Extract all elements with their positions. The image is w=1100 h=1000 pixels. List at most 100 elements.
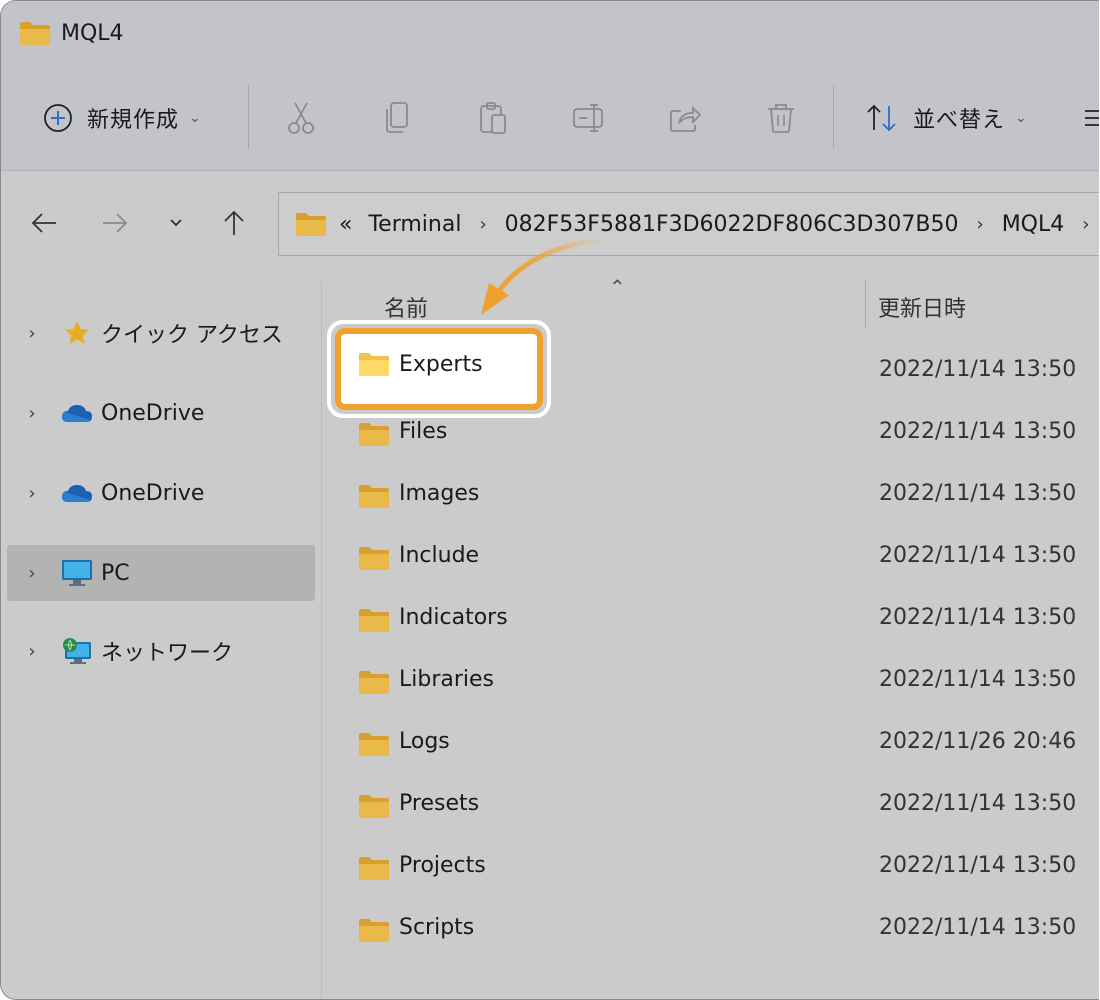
- share-icon: [670, 105, 701, 132]
- toolbar-divider: [833, 85, 834, 149]
- sort-button[interactable]: 並べ替え ⌄: [865, 85, 1027, 151]
- chevron-right-icon[interactable]: ›: [7, 323, 57, 344]
- chevron-down-icon: [170, 219, 182, 227]
- breadcrumb-overflow[interactable]: «: [339, 212, 352, 237]
- breadcrumb-mql4[interactable]: MQL4: [1002, 212, 1065, 237]
- modified-date: 2022/11/14 13:50: [879, 481, 1077, 506]
- folder-icon: [358, 731, 390, 757]
- chevron-right-icon[interactable]: ›: [7, 483, 57, 504]
- file-name: Include: [399, 543, 480, 568]
- nav-item-onedrive[interactable]: › OneDrive: [7, 465, 315, 521]
- network-icon: [57, 636, 97, 666]
- modified-date: 2022/11/26 20:46: [879, 729, 1077, 754]
- column-header-name[interactable]: 名前: [384, 291, 428, 323]
- list-item-libraries[interactable]: Libraries 2022/11/14 13:50: [322, 651, 1099, 713]
- chevron-right-icon[interactable]: ›: [976, 214, 983, 235]
- list-item-images[interactable]: Images 2022/11/14 13:50: [322, 465, 1099, 527]
- column-divider[interactable]: [865, 281, 866, 329]
- file-name: Files: [399, 419, 448, 444]
- list-view-icon: [1085, 110, 1099, 126]
- copy-icon: [386, 102, 408, 133]
- rename-button[interactable]: [571, 85, 607, 151]
- file-name: Libraries: [399, 667, 495, 692]
- chevron-right-icon[interactable]: ›: [7, 563, 57, 584]
- chevron-right-icon[interactable]: ›: [1082, 214, 1089, 235]
- column-header-date[interactable]: 更新日時: [878, 291, 966, 323]
- nav-item-onedrive[interactable]: › OneDrive: [7, 385, 315, 441]
- modified-date: 2022/11/14 13:50: [879, 791, 1077, 816]
- delete-icon: [768, 104, 794, 133]
- chevron-right-icon[interactable]: ›: [7, 403, 57, 424]
- explorer-window: MQL4 新規作成 ⌄ 並べ替え ⌄ « Terminal › 082F53F5…: [0, 0, 1099, 1000]
- sort-icon: [867, 104, 896, 132]
- folder-icon: [358, 607, 390, 633]
- folder-icon: [358, 351, 390, 377]
- back-button[interactable]: [24, 201, 64, 245]
- file-name: Presets: [399, 791, 480, 816]
- navigation-pane: › クイック アクセス › OneDrive › OneDrive › PC ›…: [1, 281, 322, 999]
- list-item-experts-highlighted[interactable]: Experts: [333, 351, 483, 377]
- nav-item-label: OneDrive: [101, 400, 205, 426]
- chevron-right-icon[interactable]: ›: [479, 214, 486, 235]
- monitor-icon: [57, 558, 97, 588]
- nav-item-pc[interactable]: › PC: [7, 545, 315, 601]
- list-item-include[interactable]: Include 2022/11/14 13:50: [322, 527, 1099, 589]
- rename-icon: [573, 104, 603, 132]
- new-button[interactable]: 新規作成 ⌄: [43, 85, 201, 151]
- folder-icon: [358, 421, 390, 447]
- copy-button[interactable]: [379, 85, 415, 151]
- file-name: Indicators: [399, 605, 508, 630]
- chevron-right-icon[interactable]: ›: [7, 641, 57, 662]
- folder-icon: [358, 917, 390, 943]
- title-bar: MQL4: [19, 15, 124, 51]
- list-item-projects[interactable]: Projects 2022/11/14 13:50: [322, 837, 1099, 899]
- modified-date: 2022/11/14 13:50: [879, 419, 1077, 444]
- breadcrumb-terminal[interactable]: Terminal: [368, 212, 461, 237]
- paste-button[interactable]: [475, 85, 511, 151]
- file-name: Logs: [399, 729, 450, 754]
- cloud-icon: [57, 482, 97, 504]
- modified-date: 2022/11/14 13:50: [879, 543, 1077, 568]
- paste-icon: [480, 102, 506, 134]
- folder-icon: [295, 211, 327, 237]
- star-icon: [57, 319, 97, 347]
- address-bar[interactable]: « Terminal › 082F53F5881F3D6022DF806C3D3…: [278, 192, 1099, 256]
- nav-item-quick-access[interactable]: › クイック アクセス: [7, 305, 315, 361]
- callout-arrow-icon: [481, 236, 609, 315]
- arrow-up-icon: [224, 210, 244, 235]
- folder-icon: [358, 793, 390, 819]
- nav-item-network[interactable]: › ネットワーク: [7, 623, 315, 679]
- plus-circle-icon: [44, 104, 72, 132]
- up-button[interactable]: [214, 201, 254, 245]
- nav-item-label: ネットワーク: [101, 641, 234, 666]
- list-item-presets[interactable]: Presets 2022/11/14 13:50: [322, 775, 1099, 837]
- view-button[interactable]: [1083, 85, 1099, 151]
- modified-date: 2022/11/14 13:50: [879, 605, 1077, 630]
- chevron-down-icon: ⌄: [1015, 110, 1027, 126]
- list-item-logs[interactable]: Logs 2022/11/26 20:46: [322, 713, 1099, 775]
- cloud-icon: [57, 402, 97, 424]
- folder-icon: [358, 669, 390, 695]
- chevron-down-icon: ⌄: [189, 110, 201, 126]
- list-item-indicators[interactable]: Indicators 2022/11/14 13:50: [322, 589, 1099, 651]
- folder-icon: [19, 20, 51, 46]
- file-name: Projects: [399, 853, 486, 878]
- command-bar: 新規作成 ⌄ 並べ替え ⌄: [1, 85, 1099, 155]
- file-name: Experts: [399, 351, 483, 377]
- folder-icon: [358, 855, 390, 881]
- folder-icon: [358, 483, 390, 509]
- forward-button[interactable]: [95, 201, 135, 245]
- file-name: Scripts: [399, 915, 475, 940]
- share-button[interactable]: [667, 85, 703, 151]
- arrow-right-icon: [103, 213, 128, 233]
- file-name: Images: [399, 481, 480, 506]
- recent-locations-button[interactable]: [156, 201, 196, 245]
- list-item-scripts[interactable]: Scripts 2022/11/14 13:50: [322, 899, 1099, 961]
- cut-button[interactable]: [283, 85, 319, 151]
- sort-button-label: 並べ替え: [913, 108, 1006, 133]
- nav-item-label: クイック アクセス: [101, 323, 283, 348]
- arrow-left-icon: [31, 213, 56, 233]
- nav-item-label: PC: [101, 560, 130, 586]
- cut-icon: [288, 102, 314, 134]
- delete-button[interactable]: [763, 85, 799, 151]
